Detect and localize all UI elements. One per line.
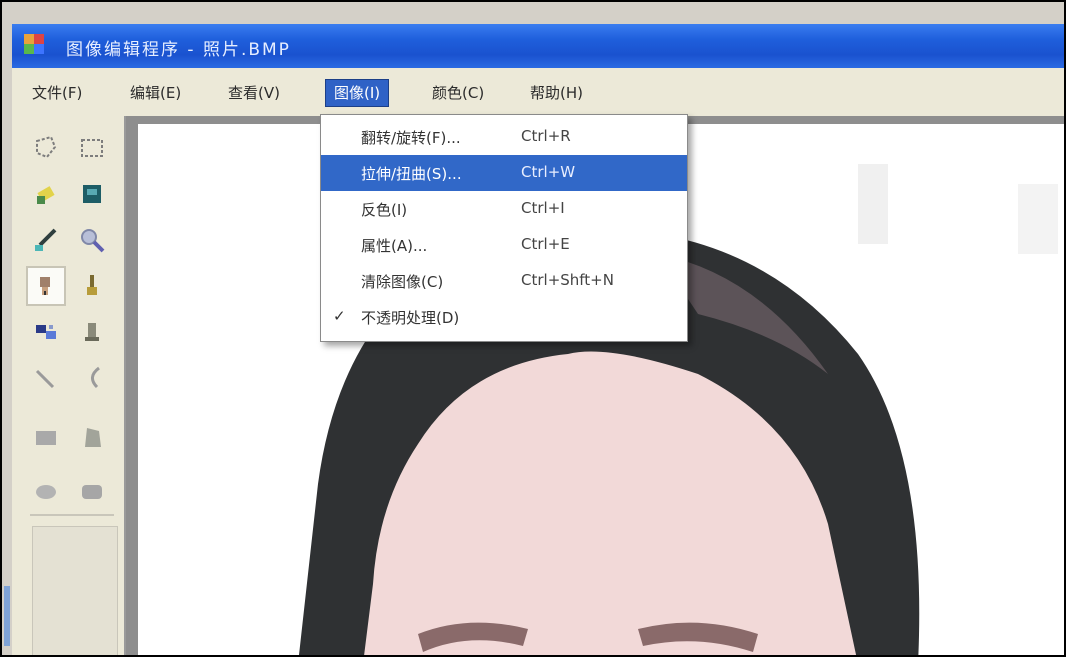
image-menu-dropdown: 翻转/旋转(F)... Ctrl+R 拉伸/扭曲(S)... Ctrl+W 反色… — [320, 114, 688, 342]
ellipse-icon[interactable] — [28, 474, 64, 510]
menu-bar: 文件(F) 编辑(E) 查看(V) 图像(I) 颜色(C) 帮助(H) — [12, 68, 1064, 117]
app-window: 图像编辑程序 - 照片.BMP 文件(F) 编辑(E) 查看(V) 图像(I) … — [0, 0, 1066, 657]
window-title: 图像编辑程序 - 照片.BMP — [66, 40, 291, 60]
airbrush-icon[interactable] — [28, 314, 64, 350]
left-edge-strip — [2, 116, 12, 655]
pencil-icon[interactable] — [26, 266, 66, 306]
fill-icon[interactable] — [74, 176, 110, 212]
menu-item-draw-opaque[interactable]: ✓ 不透明处理(D) — [321, 299, 687, 335]
menu-help[interactable]: 帮助(H) — [522, 80, 591, 106]
menu-item-clear-image[interactable]: 清除图像(C) Ctrl+Shft+N — [321, 263, 687, 299]
check-icon: ✓ — [333, 307, 346, 325]
color-picker-icon[interactable] — [28, 222, 64, 258]
brush-icon[interactable] — [74, 268, 110, 304]
menu-item-flip-rotate[interactable]: 翻转/旋转(F)... Ctrl+R — [321, 119, 687, 155]
magnifier-icon[interactable] — [74, 222, 110, 258]
polygon-icon[interactable] — [74, 420, 110, 456]
left-edge-mark — [4, 586, 10, 646]
eraser-icon[interactable] — [28, 176, 64, 212]
rounded-rect-icon[interactable] — [74, 474, 110, 510]
rectangle-icon[interactable] — [28, 420, 64, 456]
menu-file[interactable]: 文件(F) — [24, 80, 90, 106]
rect-select-icon[interactable] — [74, 130, 110, 166]
menu-image[interactable]: 图像(I) — [324, 79, 390, 107]
toolbox-divider — [30, 514, 114, 516]
menu-view[interactable]: 查看(V) — [220, 80, 288, 106]
title-bar[interactable]: 图像编辑程序 - 照片.BMP — [12, 24, 1064, 68]
menu-item-stretch-skew[interactable]: 拉伸/扭曲(S)... Ctrl+W — [321, 155, 687, 191]
app-icon — [24, 34, 46, 56]
text-icon[interactable] — [74, 314, 110, 350]
menu-item-invert-colors[interactable]: 反色(I) Ctrl+I — [321, 191, 687, 227]
curve-icon[interactable] — [74, 360, 110, 396]
menu-item-attributes[interactable]: 属性(A)... Ctrl+E — [321, 227, 687, 263]
menu-edit[interactable]: 编辑(E) — [122, 80, 189, 106]
tool-options-panel[interactable] — [32, 526, 118, 655]
menu-colors[interactable]: 颜色(C) — [424, 80, 492, 106]
free-select-icon[interactable] — [28, 130, 64, 166]
toolbox — [12, 116, 126, 655]
line-icon[interactable] — [28, 360, 64, 396]
